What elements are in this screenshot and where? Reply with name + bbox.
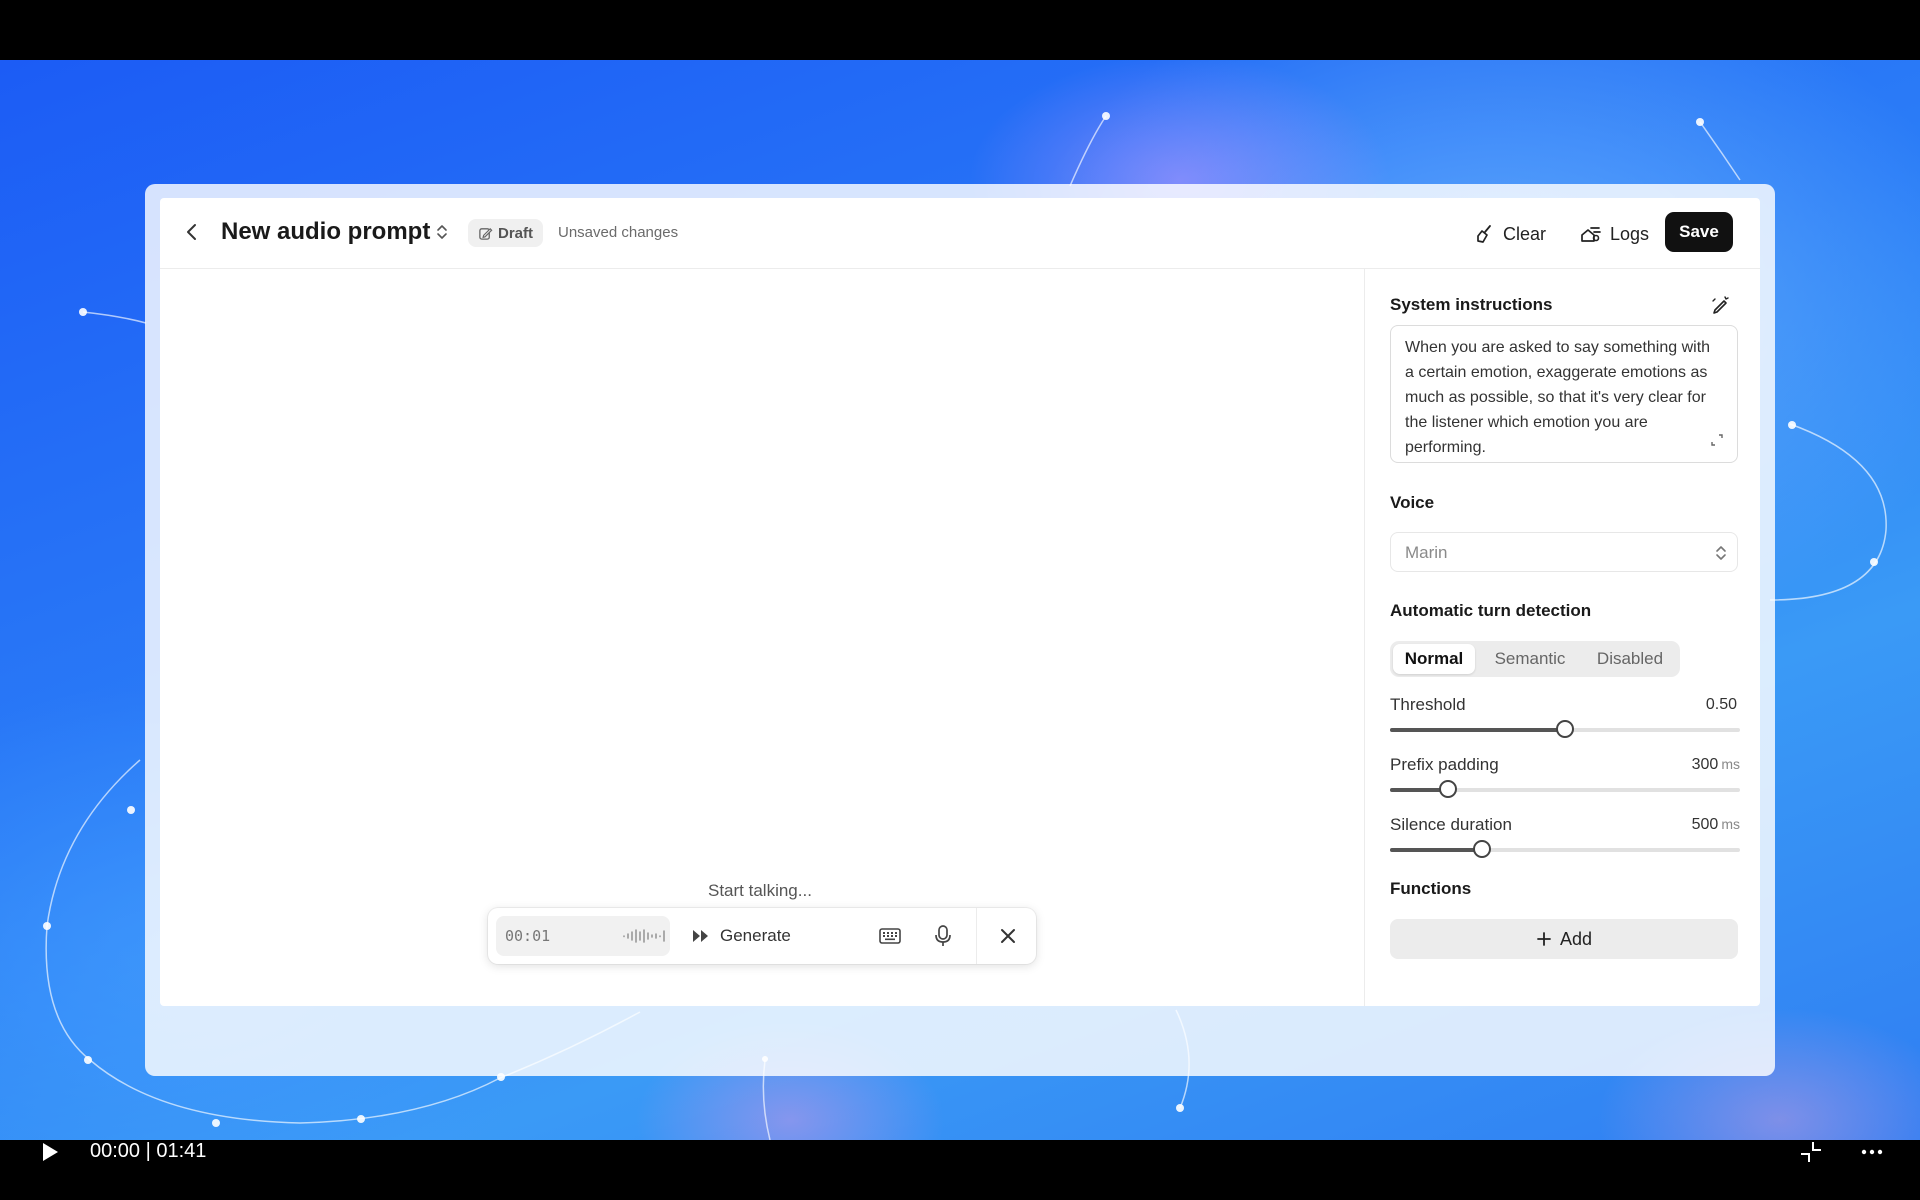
logs-button[interactable]: Logs <box>1580 216 1649 252</box>
clear-label: Clear <box>1503 223 1547 244</box>
panel-divider <box>1364 269 1365 1006</box>
collapse-icon[interactable] <box>1799 1140 1823 1164</box>
prefix-padding-label: Prefix padding <box>1390 755 1499 774</box>
threshold-label: Threshold <box>1390 695 1466 714</box>
microphone-icon[interactable] <box>932 924 954 948</box>
turn-detection-option-disabled[interactable]: Disabled <box>1582 644 1678 674</box>
fast-forward-icon <box>693 930 708 942</box>
silence-duration-value: 500 ms <box>1692 816 1740 834</box>
plus-icon <box>1537 932 1551 946</box>
edit-icon <box>479 227 493 240</box>
functions-label: Functions <box>1390 879 1472 898</box>
turn-detection-label: Automatic turn detection <box>1390 601 1592 620</box>
prefix-padding-value: 300 ms <box>1692 756 1740 774</box>
top-bar: New audio prompt Draft Unsaved changes C… <box>160 198 1760 269</box>
toolbar-divider <box>976 908 977 964</box>
keyboard-icon[interactable] <box>878 924 902 948</box>
silence-duration-value-text: 500 <box>1691 816 1719 833</box>
chevron-up-down-icon <box>437 225 447 239</box>
threshold-value: 0.50 <box>1706 696 1740 714</box>
video-time-display: 00:00 | 01:41 <box>90 1140 207 1162</box>
threshold-slider[interactable] <box>1390 720 1740 738</box>
generate-label: Generate <box>720 926 791 945</box>
play-icon[interactable] <box>40 1141 60 1163</box>
app-content: New audio prompt Draft Unsaved changes C… <box>160 198 1760 1006</box>
recording-timer: 00:01 <box>496 916 670 956</box>
audio-toolbar: 00:01 Generate <box>488 908 1036 964</box>
silence-duration-unit: ms <box>1721 816 1740 832</box>
threshold-slider-thumb[interactable] <box>1556 720 1574 738</box>
generate-button[interactable]: Generate <box>692 926 791 946</box>
system-instructions-textarea[interactable]: When you are asked to say something with… <box>1390 325 1738 463</box>
silence-duration-slider[interactable] <box>1390 840 1740 858</box>
prompt-switcher-button[interactable] <box>436 220 450 244</box>
close-icon[interactable] <box>996 924 1020 948</box>
prefix-padding-unit: ms <box>1721 756 1740 772</box>
app-window: New audio prompt Draft Unsaved changes C… <box>145 184 1775 1076</box>
turn-detection-option-semantic[interactable]: Semantic <box>1478 644 1582 674</box>
voice-label: Voice <box>1390 493 1435 512</box>
broom-icon <box>1477 225 1491 243</box>
silence-duration-slider-thumb[interactable] <box>1472 840 1491 858</box>
logs-icon <box>1581 227 1601 242</box>
threshold-slider-fill <box>1390 728 1565 732</box>
silence-duration-slider-fill <box>1390 848 1482 852</box>
expand-icon[interactable] <box>1710 433 1724 447</box>
silence-duration-label: Silence duration <box>1390 815 1512 834</box>
logs-label: Logs <box>1610 223 1650 244</box>
conversation-area: Start talking... 00:01 Generate <box>160 269 1364 1006</box>
page-title: New audio prompt <box>221 218 431 245</box>
threshold-value-text: 0.50 <box>1705 696 1737 713</box>
chevron-left-icon <box>187 224 196 240</box>
video-player-bar <box>0 1140 1920 1200</box>
add-function-label: Add <box>1559 928 1593 949</box>
draft-label: Draft <box>498 224 534 242</box>
voice-value: Marin <box>1405 543 1448 562</box>
clear-button[interactable]: Clear <box>1475 216 1546 252</box>
waveform-icon <box>623 929 665 943</box>
prefix-padding-slider[interactable] <box>1390 780 1740 798</box>
system-instructions-label: System instructions <box>1390 295 1553 314</box>
save-button[interactable]: Save <box>1665 212 1733 252</box>
add-function-button[interactable]: Add <box>1390 919 1738 959</box>
video-frame: New audio prompt Draft Unsaved changes C… <box>0 60 1920 1140</box>
prefix-padding-value-text: 300 <box>1691 756 1719 773</box>
timer-text: 00:01 <box>505 927 551 945</box>
turn-detection-option-normal[interactable]: Normal <box>1393 644 1475 674</box>
chevron-up-down-icon <box>1716 546 1726 560</box>
more-icon[interactable] <box>1860 1140 1884 1164</box>
draft-badge: Draft <box>468 219 544 247</box>
voice-select[interactable]: Marin <box>1390 532 1738 572</box>
back-button[interactable] <box>180 220 204 244</box>
turn-detection-segmented-control: Normal Semantic Disabled <box>1390 641 1680 677</box>
magic-pen-icon[interactable] <box>1710 295 1730 315</box>
prefix-padding-slider-thumb[interactable] <box>1439 780 1458 798</box>
empty-state-text: Start talking... <box>708 881 812 900</box>
save-status: Unsaved changes <box>558 224 679 241</box>
